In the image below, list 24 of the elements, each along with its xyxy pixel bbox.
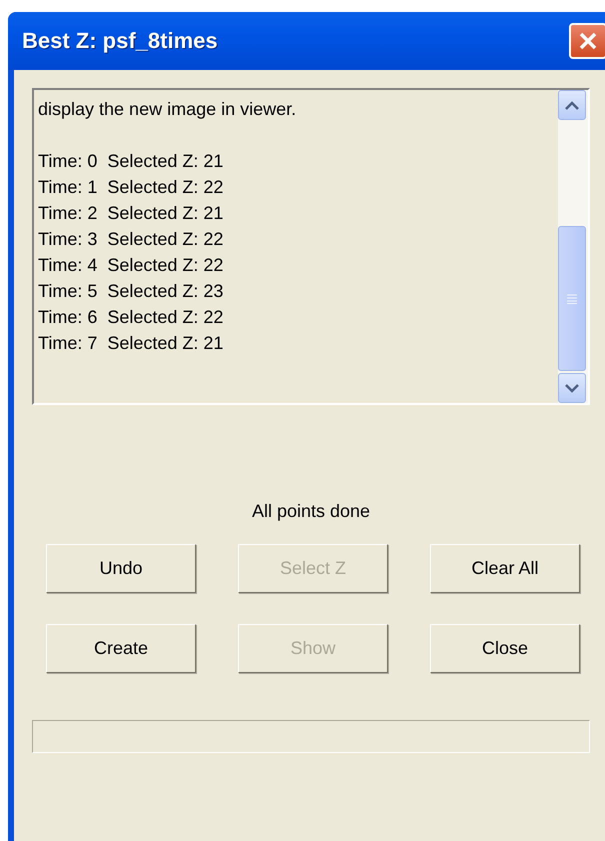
dialog-button[interactable]: Create: [46, 624, 196, 673]
log-line: display the new image in viewer.: [38, 98, 296, 121]
dialog-button[interactable]: Undo: [46, 544, 196, 593]
log-line: Time: 5 Selected Z: 23: [38, 280, 224, 303]
grip-icon: [567, 294, 577, 304]
log-line: Time: 3 Selected Z: 22: [38, 228, 224, 251]
log-line: Time: 4 Selected Z: 22: [38, 254, 224, 277]
scroll-down-button[interactable]: [558, 373, 586, 403]
chevron-down-icon: [565, 384, 579, 392]
dialog-button[interactable]: Clear All: [430, 544, 580, 593]
status-text: All points done: [252, 501, 370, 522]
chevron-up-icon: [565, 100, 579, 110]
close-icon: [578, 31, 598, 51]
log-line: Time: 2 Selected Z: 21: [38, 202, 224, 225]
window-title: Best Z: psf_8times: [22, 28, 218, 54]
log-line: Time: 6 Selected Z: 22: [38, 306, 224, 329]
close-button[interactable]: [569, 23, 605, 59]
log-line: Time: 7 Selected Z: 21: [38, 332, 224, 355]
dialog-button[interactable]: Close: [430, 624, 580, 673]
log-line: Time: 0 Selected Z: 21: [38, 150, 224, 173]
log-line: Time: 1 Selected Z: 22: [38, 176, 224, 199]
scroll-thumb[interactable]: [558, 226, 586, 371]
scrollbar[interactable]: [558, 90, 588, 403]
scroll-up-button[interactable]: [558, 90, 586, 120]
